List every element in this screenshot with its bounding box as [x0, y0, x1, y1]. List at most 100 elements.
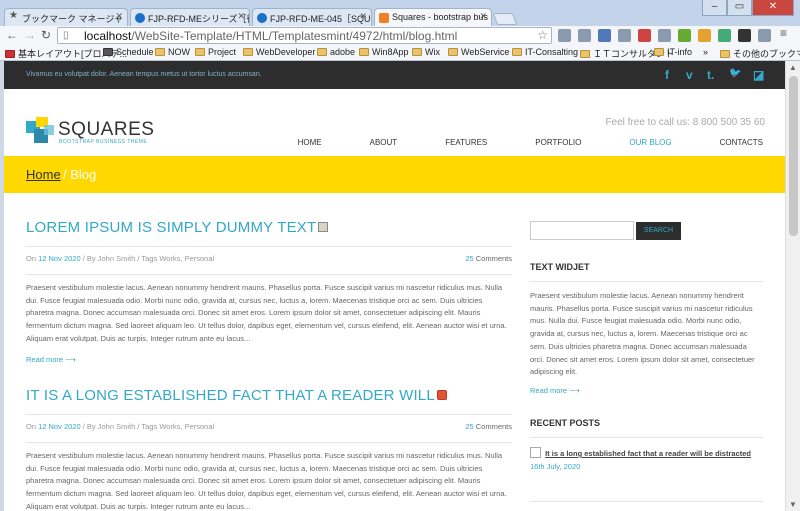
tab-label: FJP-RFD-ME-045［SQU: [270, 14, 371, 24]
close-icon[interactable]: ✕: [237, 11, 245, 22]
browser-tab-squares[interactable]: Squares - bootstrap bus ✕: [374, 8, 492, 27]
bookmark-item[interactable]: IT-info: [654, 47, 692, 57]
post-comments[interactable]: 25 Comments: [465, 422, 512, 431]
forward-button[interactable]: →: [24, 28, 36, 42]
extension-icon[interactable]: [598, 29, 611, 42]
breadcrumb-home-link[interactable]: Home: [26, 167, 61, 182]
image-icon: [530, 447, 541, 458]
brand-name[interactable]: SQUARES: [58, 119, 154, 141]
twitter-icon[interactable]: 🐦: [729, 68, 741, 79]
post-author[interactable]: John Smith: [98, 422, 136, 431]
bookmarks-overflow-button[interactable]: »: [703, 47, 708, 57]
extension-icon[interactable]: [658, 29, 671, 42]
nav-home[interactable]: HOME: [298, 138, 322, 147]
bookmark-label: IT-Consalting: [525, 47, 579, 57]
post-comments[interactable]: 25 Comments: [465, 254, 512, 263]
extension-icon[interactable]: [578, 29, 591, 42]
extension-icon[interactable]: [758, 29, 771, 42]
address-bar[interactable]: ▯ localhost/WebSite-Template/HTML/Templa…: [57, 27, 552, 44]
tumblr-icon[interactable]: t.: [707, 68, 714, 82]
nav-contacts[interactable]: CONTACTS: [720, 138, 763, 147]
close-icon[interactable]: ✕: [115, 11, 123, 22]
bookmark-item[interactable]: WebDeveloper: [243, 47, 315, 57]
bookmark-item[interactable]: WebService: [448, 47, 509, 57]
bookmark-star-icon[interactable]: ☆: [537, 28, 548, 42]
scroll-up-icon[interactable]: ▲: [789, 63, 797, 72]
close-icon[interactable]: ✕: [359, 11, 367, 22]
minimize-button[interactable]: –: [702, 0, 727, 16]
scroll-down-icon[interactable]: ▼: [789, 500, 797, 509]
search-input[interactable]: [530, 221, 634, 240]
bookmark-item[interactable]: IT-Consalting: [512, 47, 578, 57]
folder-icon: [195, 48, 205, 56]
apple-icon: [103, 48, 113, 56]
nav-portfolio[interactable]: PORTFOLIO: [535, 138, 581, 147]
read-more-link[interactable]: Read more ⟶: [26, 355, 512, 364]
scrollbar-thumb[interactable]: [789, 76, 798, 236]
bookmark-item[interactable]: Win8App: [359, 47, 409, 57]
post-tags[interactable]: Works, Personal: [159, 254, 214, 263]
post-title-text[interactable]: LOREM IPSUM IS SIMPLY DUMMY TEXT: [26, 219, 316, 236]
document-icon: [318, 222, 329, 232]
vimeo-icon[interactable]: v: [686, 68, 693, 82]
back-button[interactable]: ←: [6, 28, 18, 42]
recent-post-link[interactable]: It is a long established fact that a rea…: [545, 449, 751, 458]
page-info-icon[interactable]: ▯: [63, 30, 69, 41]
recent-posts-title: RECENT POSTS: [530, 418, 601, 428]
post-author[interactable]: John Smith: [98, 254, 136, 263]
nav-about[interactable]: ABOUT: [370, 138, 398, 147]
post-date[interactable]: 12 Nov 2020: [38, 254, 81, 263]
bookmark-item[interactable]: Wix: [412, 47, 440, 57]
tab-label: Squares - bootstrap bus: [392, 12, 489, 22]
nav-features[interactable]: FEATURES: [445, 138, 487, 147]
window-close-button[interactable]: ✕: [752, 0, 794, 16]
bookmark-label: Project: [208, 47, 237, 57]
nav-our-blog[interactable]: OUR BLOG: [629, 138, 671, 147]
bookmark-item[interactable]: NOW: [155, 47, 190, 57]
post-title[interactable]: LOREM IPSUM IS SIMPLY DUMMY TEXT: [26, 219, 512, 236]
new-tab-button[interactable]: [492, 13, 518, 25]
extension-icon[interactable]: [638, 29, 651, 42]
recent-post-item[interactable]: It is a long established fact that a rea…: [530, 447, 763, 471]
post-title-text[interactable]: IT IS A LONG ESTABLISHED FACT THAT A REA…: [26, 387, 435, 404]
extension-icon[interactable]: [718, 29, 731, 42]
search-button[interactable]: SEARCH: [636, 222, 681, 240]
squares-favicon: [379, 13, 389, 23]
bookmark-label: NOW: [168, 47, 190, 57]
meta-tags-label: / Tags: [135, 422, 160, 431]
extension-icon[interactable]: [698, 29, 711, 42]
browser-tab-fjp-045[interactable]: FJP-RFD-ME-045［SQU ✕: [252, 8, 372, 26]
bookmark-item[interactable]: Schedule: [103, 47, 154, 57]
extension-icon[interactable]: [618, 29, 631, 42]
post-title[interactable]: IT IS A LONG ESTABLISHED FACT THAT A REA…: [26, 387, 512, 404]
extension-icon[interactable]: [738, 29, 751, 42]
divider: [530, 437, 763, 438]
browser-tab-fjp-series[interactable]: FJP-RFD-MEシリーズ［従来 ✕: [130, 8, 250, 26]
other-bookmarks[interactable]: その他のブックマーク: [720, 47, 800, 60]
logo-icon[interactable]: [26, 117, 56, 143]
menu-icon[interactable]: ≡: [780, 26, 793, 40]
reload-button[interactable]: ↻: [41, 28, 51, 42]
page-scrollbar[interactable]: ▲ ▼: [785, 61, 800, 511]
close-icon[interactable]: ✕: [479, 11, 487, 22]
tab-label: ブックマーク マネージャ: [22, 14, 123, 24]
extension-icon[interactable]: [678, 29, 691, 42]
maximize-button[interactable]: ▭: [727, 0, 752, 16]
post-date[interactable]: 12 Nov 2020: [38, 422, 81, 431]
browser-tab-bar: ★ ブックマーク マネージャ ✕ FJP-RFD-MEシリーズ［従来 ✕ FJP…: [0, 0, 800, 27]
site-topbar: Vivamus eu volutpat dolor. Aenean tempus…: [4, 61, 785, 89]
post-excerpt: Praesent vestibulum molestie lacus. Aene…: [26, 442, 512, 511]
browser-tab-bookmarks[interactable]: ★ ブックマーク マネージャ ✕: [4, 8, 128, 26]
topbar-message: Vivamus eu volutpat dolor. Aenean tempus…: [26, 71, 262, 78]
text-widget-read-more[interactable]: Read more ⟶: [530, 386, 580, 395]
facebook-icon[interactable]: f: [665, 68, 669, 82]
post-tags[interactable]: Works, Personal: [159, 422, 214, 431]
browser-toolbar: ← → ↻ ▯ localhost/WebSite-Template/HTML/…: [0, 26, 800, 45]
folder-icon: [412, 48, 422, 56]
bookmark-item[interactable]: adobe: [317, 47, 355, 57]
bookmark-item[interactable]: Project: [195, 47, 236, 57]
extension-icon[interactable]: [558, 29, 571, 42]
delicious-icon[interactable]: ◪: [753, 68, 764, 82]
url-host: localhost: [84, 29, 132, 43]
globe-icon: [257, 13, 267, 23]
